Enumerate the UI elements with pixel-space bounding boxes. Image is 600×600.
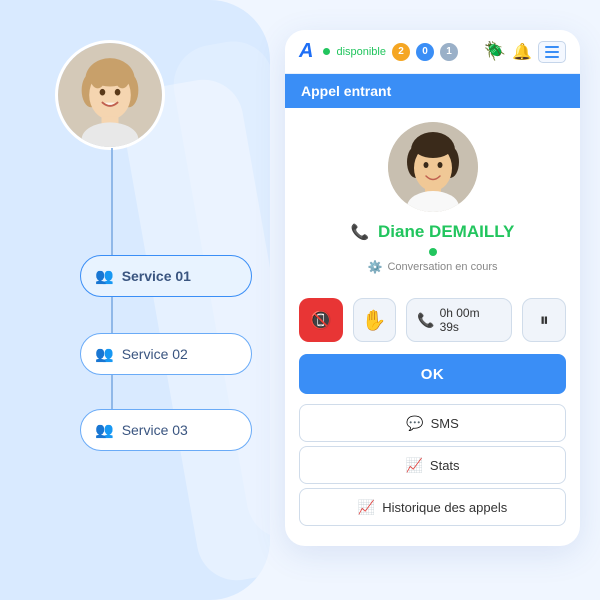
service-02-label: Service 02: [122, 346, 188, 362]
status-text: disponible: [336, 46, 386, 58]
ok-button[interactable]: OK: [299, 354, 566, 394]
hold-button[interactable]: ✋: [353, 298, 397, 342]
people-icon-2: 👥: [95, 345, 114, 363]
badge-gray: 1: [440, 43, 458, 61]
caller-name-text: Diane DEMAILLY: [378, 222, 514, 241]
widget-header: A disponible 2 0 1 🪲 🔔: [285, 30, 580, 74]
axialys-logo: A: [299, 40, 313, 63]
history-button[interactable]: 📈 Historique des appels: [299, 488, 566, 526]
service-01-label: Service 01: [122, 268, 191, 284]
service-01[interactable]: 👥 Service 01: [80, 255, 252, 297]
logo-letter: A: [299, 40, 313, 63]
spinner-icon: ⚙️: [367, 260, 382, 274]
caller-name: 📞 Diane DEMAILLY: [351, 222, 515, 242]
menu-line-3: [545, 56, 559, 58]
status-indicator: [429, 248, 437, 256]
stats-icon: 📈: [405, 457, 422, 474]
people-icon-3: 👥: [95, 421, 114, 439]
history-label: Historique des appels: [382, 500, 507, 515]
phone-widget: A disponible 2 0 1 🪲 🔔 Appel entrant: [285, 30, 580, 546]
hangup-button[interactable]: 📵: [299, 298, 343, 342]
stats-button[interactable]: 📈 Stats: [299, 446, 566, 484]
header-icons: 🪲 🔔: [484, 41, 566, 63]
timer-phone-icon: 📞: [417, 312, 434, 329]
menu-line-2: [545, 51, 559, 53]
status-dot: [323, 48, 330, 55]
action-row: 📵 ✋ 📞 0h 00m 39s ⏸: [285, 290, 580, 350]
avatar: [55, 40, 165, 150]
caller-section: 📞 Diane DEMAILLY ⚙️ Conversation en cour…: [285, 108, 580, 290]
menu-line-1: [545, 46, 559, 48]
timer-box: 📞 0h 00m 39s: [406, 298, 512, 342]
pause-icon: ⏸: [540, 310, 549, 331]
conv-status-text: Conversation en cours: [387, 261, 497, 273]
pause-button[interactable]: ⏸: [522, 298, 566, 342]
hand-icon: ✋: [362, 308, 387, 333]
badge-blue: 0: [416, 43, 434, 61]
service-03[interactable]: 👥 Service 03: [80, 409, 252, 451]
caller-avatar: [388, 122, 478, 212]
sms-button[interactable]: 💬 SMS: [299, 404, 566, 442]
stats-label: Stats: [430, 458, 460, 473]
sms-label: SMS: [431, 416, 459, 431]
service-02[interactable]: 👥 Service 02: [80, 333, 252, 375]
beetle-icon[interactable]: 🪲: [484, 41, 506, 62]
hangup-icon: 📵: [310, 310, 332, 331]
timer-text: 0h 00m 39s: [440, 306, 502, 334]
appel-label: Appel entrant: [301, 83, 391, 99]
service-03-label: Service 03: [122, 422, 188, 438]
sms-icon: 💬: [406, 415, 423, 432]
appel-bar: Appel entrant: [285, 74, 580, 108]
people-icon-1: 👥: [95, 267, 114, 285]
badge-yellow: 2: [392, 43, 410, 61]
history-icon: 📈: [358, 499, 375, 516]
green-dot: [429, 248, 437, 256]
menu-button[interactable]: [538, 41, 566, 63]
bell-icon[interactable]: 🔔: [512, 42, 532, 62]
